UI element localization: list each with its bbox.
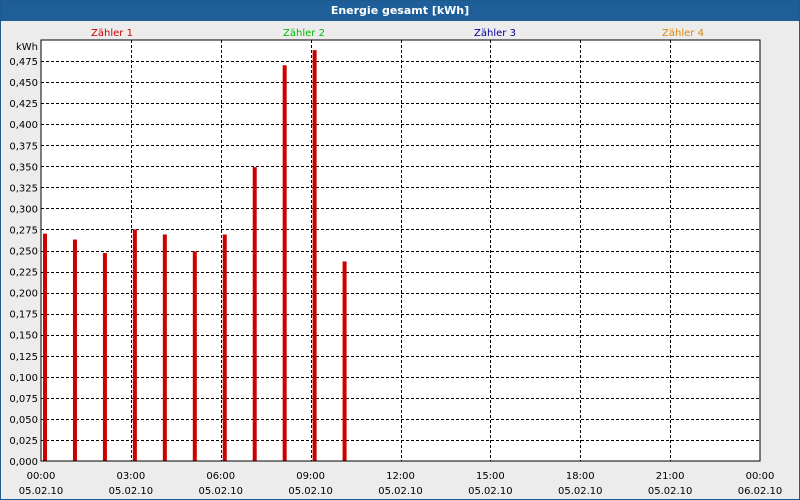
legend-entry: Zähler 3 — [474, 28, 516, 39]
x-tick-date: 05.02.10 — [288, 486, 333, 497]
y-tick-label: 0,425 — [9, 99, 38, 110]
x-tick-time: 12:00 — [386, 471, 415, 482]
bar — [43, 233, 47, 461]
y-tick-label: 0,000 — [9, 457, 38, 468]
bar — [132, 229, 137, 461]
y-tick-label: 0,400 — [9, 120, 38, 131]
bar — [252, 167, 257, 461]
y-tick-label: 0,450 — [9, 78, 38, 89]
y-tick-label: 0,325 — [9, 183, 38, 194]
x-tick-time: 00:00 — [746, 471, 775, 482]
x-tick-date: 06.02.10 — [738, 486, 783, 497]
y-tick-label: 0,350 — [9, 162, 38, 173]
x-tick-time: 00:00 — [27, 471, 56, 482]
y-tick-label: 0,075 — [9, 394, 38, 405]
legend-entry: Zähler 4 — [662, 28, 704, 39]
x-tick-time: 09:00 — [296, 471, 325, 482]
x-tick-date: 05.02.10 — [19, 486, 64, 497]
bar — [342, 261, 347, 461]
bar — [72, 239, 77, 461]
y-tick-label: 0,100 — [9, 373, 38, 384]
x-tick-date: 05.02.10 — [648, 486, 693, 497]
legend-entry: Zähler 1 — [91, 28, 133, 39]
bar — [162, 234, 167, 461]
y-tick-label: 0,250 — [9, 247, 38, 258]
x-tick-time: 03:00 — [116, 471, 145, 482]
y-tick-label: 0,475 — [9, 57, 38, 68]
legend-entry: Zähler 2 — [283, 28, 325, 39]
x-tick-time: 15:00 — [476, 471, 505, 482]
x-tick-time: 21:00 — [656, 471, 685, 482]
x-tick-date: 05.02.10 — [198, 486, 243, 497]
bar — [282, 65, 287, 461]
bar — [102, 253, 107, 461]
x-tick-date: 05.02.10 — [468, 486, 513, 497]
bar — [222, 234, 227, 461]
y-tick-label: 0,300 — [9, 204, 38, 215]
y-tick-label: 0,050 — [9, 415, 38, 426]
y-tick-label: 0,025 — [9, 436, 38, 447]
x-tick-date: 05.02.10 — [109, 486, 154, 497]
bar — [312, 50, 317, 461]
y-tick-label: 0,200 — [9, 289, 38, 300]
y-tick-label: 0,150 — [9, 331, 38, 342]
y-tick-label: 0,225 — [9, 268, 38, 279]
x-tick-date: 05.02.10 — [378, 486, 423, 497]
x-tick-time: 18:00 — [566, 471, 595, 482]
y-axis-label: kWh — [16, 42, 38, 53]
y-tick-label: 0,275 — [9, 225, 38, 236]
y-tick-label: 0,175 — [9, 310, 38, 321]
y-tick-label: 0,125 — [9, 352, 38, 363]
energy-chart: 0,000 0,025 0,050 0,075 0,100 0,125 0,150 0,175… — [9, 28, 783, 497]
bar — [192, 251, 197, 461]
x-tick-time: 06:00 — [206, 471, 235, 482]
y-tick-label: 0,375 — [9, 141, 38, 152]
x-tick-date: 05.02.10 — [558, 486, 603, 497]
